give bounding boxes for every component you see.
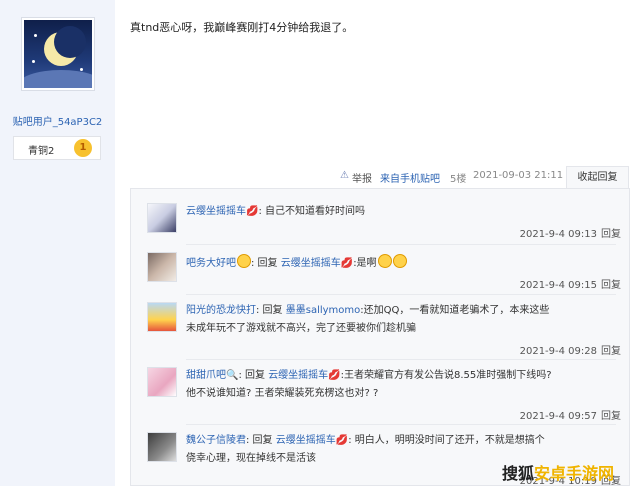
reply-nickname[interactable]: 云缨坐摇摇车 (186, 206, 246, 217)
mobile-source-link[interactable]: 来自手机贴吧 (380, 170, 440, 185)
author-sidebar: 贴吧用户_54aP3C2 青铜2 1 (0, 0, 115, 486)
level-number-badge: 1 (74, 139, 92, 157)
reply-content-line2: 他不说谁知道? 王者荣耀装死充楞这也对? ? (186, 388, 379, 399)
lips-icon: 💋 (335, 435, 349, 446)
reply-content-line2: 未成年玩不了游戏就不高兴，完了还要被你们趁机骗 (186, 323, 416, 334)
reply-content: :是啊 (353, 258, 377, 269)
reply-date: 2021-9-4 09:57 (519, 411, 597, 422)
author-avatar[interactable] (21, 17, 95, 91)
reply-content: : 明白人，明明没时间了还开，不就是想搞个 (348, 435, 545, 446)
level-name: 青铜2 (28, 146, 55, 157)
reply-prefix: : 回复 (238, 370, 269, 381)
collapse-replies-button[interactable]: 收起回复 (566, 166, 629, 188)
reply-content: :还加QQ，一看就知道老骗术了，本来这些 (360, 305, 550, 316)
site-watermark: 搜狐安卓手游网 (502, 464, 615, 483)
reply-button[interactable]: 回复 (601, 280, 621, 291)
reply-prefix: : 回复 (256, 305, 286, 316)
divider (186, 424, 616, 425)
reply-content: : 自己不知道看好时间吗 (258, 206, 366, 217)
reply-button[interactable]: 回复 (601, 229, 621, 240)
post-content: 真tnd恶心呀，我巅峰赛刚打4分钟给我退了。 (130, 21, 354, 34)
reply-target-nickname[interactable]: 墨墨sallymomo (286, 305, 361, 316)
lips-icon: 💋 (246, 206, 259, 217)
divider (186, 294, 616, 295)
report-link[interactable]: 举报 (352, 170, 372, 185)
reply-prefix: : 回复 (251, 258, 281, 269)
level-badge-box: 青铜2 1 (13, 136, 101, 160)
reply-date: 2021-9-4 09:13 (519, 229, 597, 240)
reply-panel: 云缨坐摇摇车💋: 自己不知道看好时间吗 2021-9-4 09:13 回复 吧务大… (130, 188, 630, 486)
reply-button[interactable]: 回复 (601, 346, 621, 357)
reply-target-nickname[interactable]: 云缨坐摇摇车 (276, 435, 336, 446)
post-time: 2021-09-03 21:11 (473, 170, 564, 181)
author-username[interactable]: 贴吧用户_54aP3C2 (0, 113, 115, 128)
reply-avatar[interactable] (147, 432, 177, 462)
divider (186, 244, 616, 245)
divider (186, 359, 616, 360)
warning-triangle-icon[interactable]: ⚠ (340, 170, 349, 181)
reply-avatar[interactable] (147, 367, 177, 397)
reply-nickname[interactable]: 吧务大好吧 (186, 258, 236, 269)
reply-target-nickname[interactable]: 云缨坐摇摇车 (281, 258, 341, 269)
reply-date: 2021-9-4 09:28 (519, 346, 597, 357)
floor-number: 5楼 (450, 174, 467, 185)
reply-avatar[interactable] (147, 302, 177, 332)
grin-emoji-icon (377, 254, 392, 268)
moon-night-avatar-image (24, 20, 92, 88)
smile-emoji-icon (237, 254, 251, 268)
reply-avatar[interactable] (147, 252, 177, 282)
reply-nickname[interactable]: 阳光的恐龙快打 (186, 305, 256, 316)
reply-target-nickname[interactable]: 云缨坐摇摇车 (268, 370, 328, 381)
reply-content-line2: 侥幸心理，现在掉线不是活该 (186, 453, 316, 464)
reply-prefix: : 回复 (246, 435, 276, 446)
reply-date: 2021-9-4 09:15 (519, 280, 597, 291)
reply-nickname[interactable]: 魏公子信陵君 (186, 435, 246, 446)
lips-icon: 💋 (340, 258, 354, 269)
search-icon: 🔍 (226, 370, 239, 381)
reply-avatar[interactable] (147, 203, 177, 233)
lips-icon: 💋 (328, 370, 341, 381)
reply-nickname[interactable]: 甜甜爪吧 (186, 370, 226, 381)
reply-content: :王者荣耀官方有发公告说8.55准时强制下线吗? (340, 370, 552, 381)
reply-button[interactable]: 回复 (601, 411, 621, 422)
grin-emoji-icon (392, 254, 407, 268)
